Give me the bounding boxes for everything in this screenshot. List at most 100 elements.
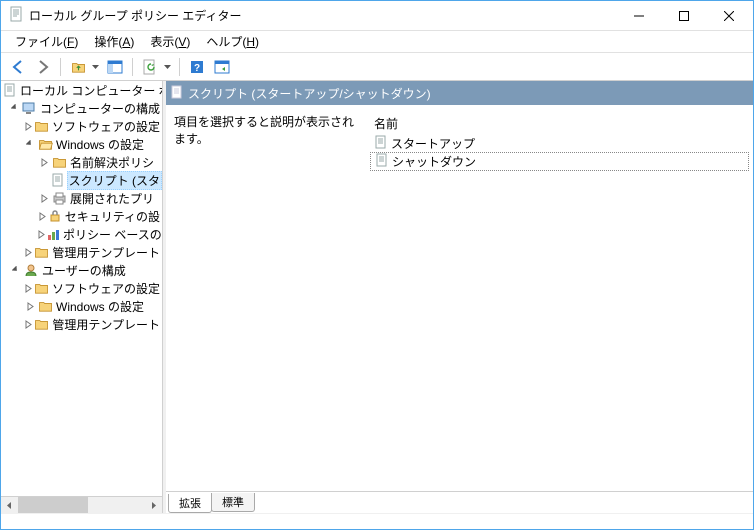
up-button[interactable] [67,56,89,78]
tree-label: スクリプト (スタ [67,171,162,190]
tab-extended[interactable]: 拡張 [168,494,212,513]
tree-item[interactable]: 名前解決ポリシ [3,153,162,171]
expand-icon[interactable] [23,119,34,133]
list-item-label: スタートアップ [391,135,475,152]
refresh-dropdown[interactable] [164,57,173,77]
document-icon [3,82,17,98]
expand-icon[interactable] [23,317,34,331]
properties-button[interactable] [211,56,233,78]
menu-bar: ファイル(F) 操作(A) 表示(V) ヘルプ(H) [1,31,753,53]
window-controls [616,2,751,30]
tree-item[interactable]: Windows の設定 [3,297,162,315]
computer-icon [22,100,37,116]
tree-item[interactable]: セキュリティの設 [3,207,162,225]
content-area: ローカル コンピューター ポリシ コンピューターの構成 ソフトウェアの設定 Wi… [1,81,753,513]
detail-body: 項目を選択すると説明が表示されます。 名前 スタートアップ シャットダウン [166,105,753,491]
scroll-left-button[interactable] [1,497,18,513]
forward-button[interactable] [32,56,54,78]
collapse-icon[interactable] [9,263,23,277]
script-icon [375,153,389,170]
user-icon [23,262,39,278]
list-item-shutdown[interactable]: シャットダウン [370,152,749,171]
tree-label: セキュリティの設 [63,208,162,225]
tree-item-scripts[interactable]: スクリプト (スタ [3,171,162,189]
detail-description: 項目を選択すると説明が表示されます。 [170,113,370,483]
help-button[interactable]: ? [186,56,208,78]
tree-label: 展開されたプリ [68,190,156,207]
toolbar: ? [1,53,753,81]
show-hide-tree-button[interactable] [104,56,126,78]
maximize-button[interactable] [661,2,706,30]
tree-computer-config[interactable]: コンピューターの構成 [3,99,162,117]
tree-label: ソフトウェアの設定 [50,118,162,135]
tree-horizontal-scrollbar[interactable] [1,496,162,513]
detail-tabs: 拡張 標準 [166,491,753,513]
tree-label: ポリシー ベースの [61,226,162,243]
list-item-startup[interactable]: スタートアップ [370,134,749,153]
detail-list[interactable]: 名前 スタートアップ シャットダウン [370,113,749,483]
minimize-button[interactable] [616,2,661,30]
tree-item[interactable]: Windows の設定 [3,135,162,153]
column-header-name[interactable]: 名前 [370,113,749,134]
folder-icon [34,118,49,134]
expand-icon[interactable] [23,245,34,259]
title-bar: ローカル グループ ポリシー エディター [1,1,753,31]
tree-item[interactable]: 展開されたプリ [3,189,162,207]
tab-label: 拡張 [179,498,201,510]
collapse-icon[interactable] [9,101,22,115]
expand-icon[interactable] [23,281,34,295]
expand-icon [37,173,50,187]
tree-label: コンピューターの構成 [38,100,162,117]
tree-label: 名前解決ポリシ [68,154,156,171]
menu-help[interactable]: ヘルプ(H) [198,31,267,52]
scroll-track[interactable] [18,497,145,513]
folder-open-icon [37,136,53,152]
tree-item[interactable]: ポリシー ベースの [3,225,162,243]
folder-icon [34,316,49,332]
detail-hint: 項目を選択すると説明が表示されます。 [174,115,354,146]
tree-label: Windows の設定 [54,298,146,315]
lock-icon [48,208,62,224]
detail-title: スクリプト (スタートアップ/シャットダウン) [188,85,431,102]
folder-icon [37,298,53,314]
scroll-thumb[interactable] [18,497,88,513]
tree-label: ユーザーの構成 [40,262,128,279]
policy-tree[interactable]: ローカル コンピューター ポリシ コンピューターの構成 ソフトウェアの設定 Wi… [1,81,162,496]
scroll-right-button[interactable] [145,497,162,513]
folder-icon [51,154,67,170]
expand-icon[interactable] [37,209,48,223]
collapse-icon[interactable] [23,137,37,151]
app-icon [9,6,25,25]
back-button[interactable] [7,56,29,78]
tab-standard[interactable]: 標準 [211,493,255,512]
chart-icon [46,226,60,242]
list-item-label: シャットダウン [392,153,476,170]
refresh-button[interactable] [139,56,161,78]
expand-icon[interactable] [37,155,51,169]
detail-header: スクリプト (スタートアップ/シャットダウン) [166,81,753,105]
tree-item[interactable]: ソフトウェアの設定 [3,279,162,297]
menu-file[interactable]: ファイル(F) [7,31,86,52]
folder-icon [34,280,49,296]
tree-label: Windows の設定 [54,136,146,153]
window-title: ローカル グループ ポリシー エディター [29,7,616,24]
expand-icon[interactable] [37,191,51,205]
tree-user-config[interactable]: ユーザーの構成 [3,261,162,279]
printer-icon [51,190,67,206]
toolbar-separator [60,58,61,76]
expand-icon[interactable] [37,227,46,241]
script-icon [374,135,388,152]
menu-view[interactable]: 表示(V) [142,31,198,52]
tree-root[interactable]: ローカル コンピューター ポリシ [3,81,162,99]
up-dropdown[interactable] [92,57,101,77]
tree-label: 管理用テンプレート [50,244,162,261]
tree-item[interactable]: 管理用テンプレート [3,243,162,261]
tree-item[interactable]: ソフトウェアの設定 [3,117,162,135]
script-icon [50,172,65,188]
expand-icon[interactable] [23,299,37,313]
tree-pane: ローカル コンピューター ポリシ コンピューターの構成 ソフトウェアの設定 Wi… [1,81,163,513]
close-button[interactable] [706,2,751,30]
tree-item[interactable]: 管理用テンプレート [3,315,162,333]
tree-label: ソフトウェアの設定 [50,280,162,297]
menu-action[interactable]: 操作(A) [86,31,142,52]
